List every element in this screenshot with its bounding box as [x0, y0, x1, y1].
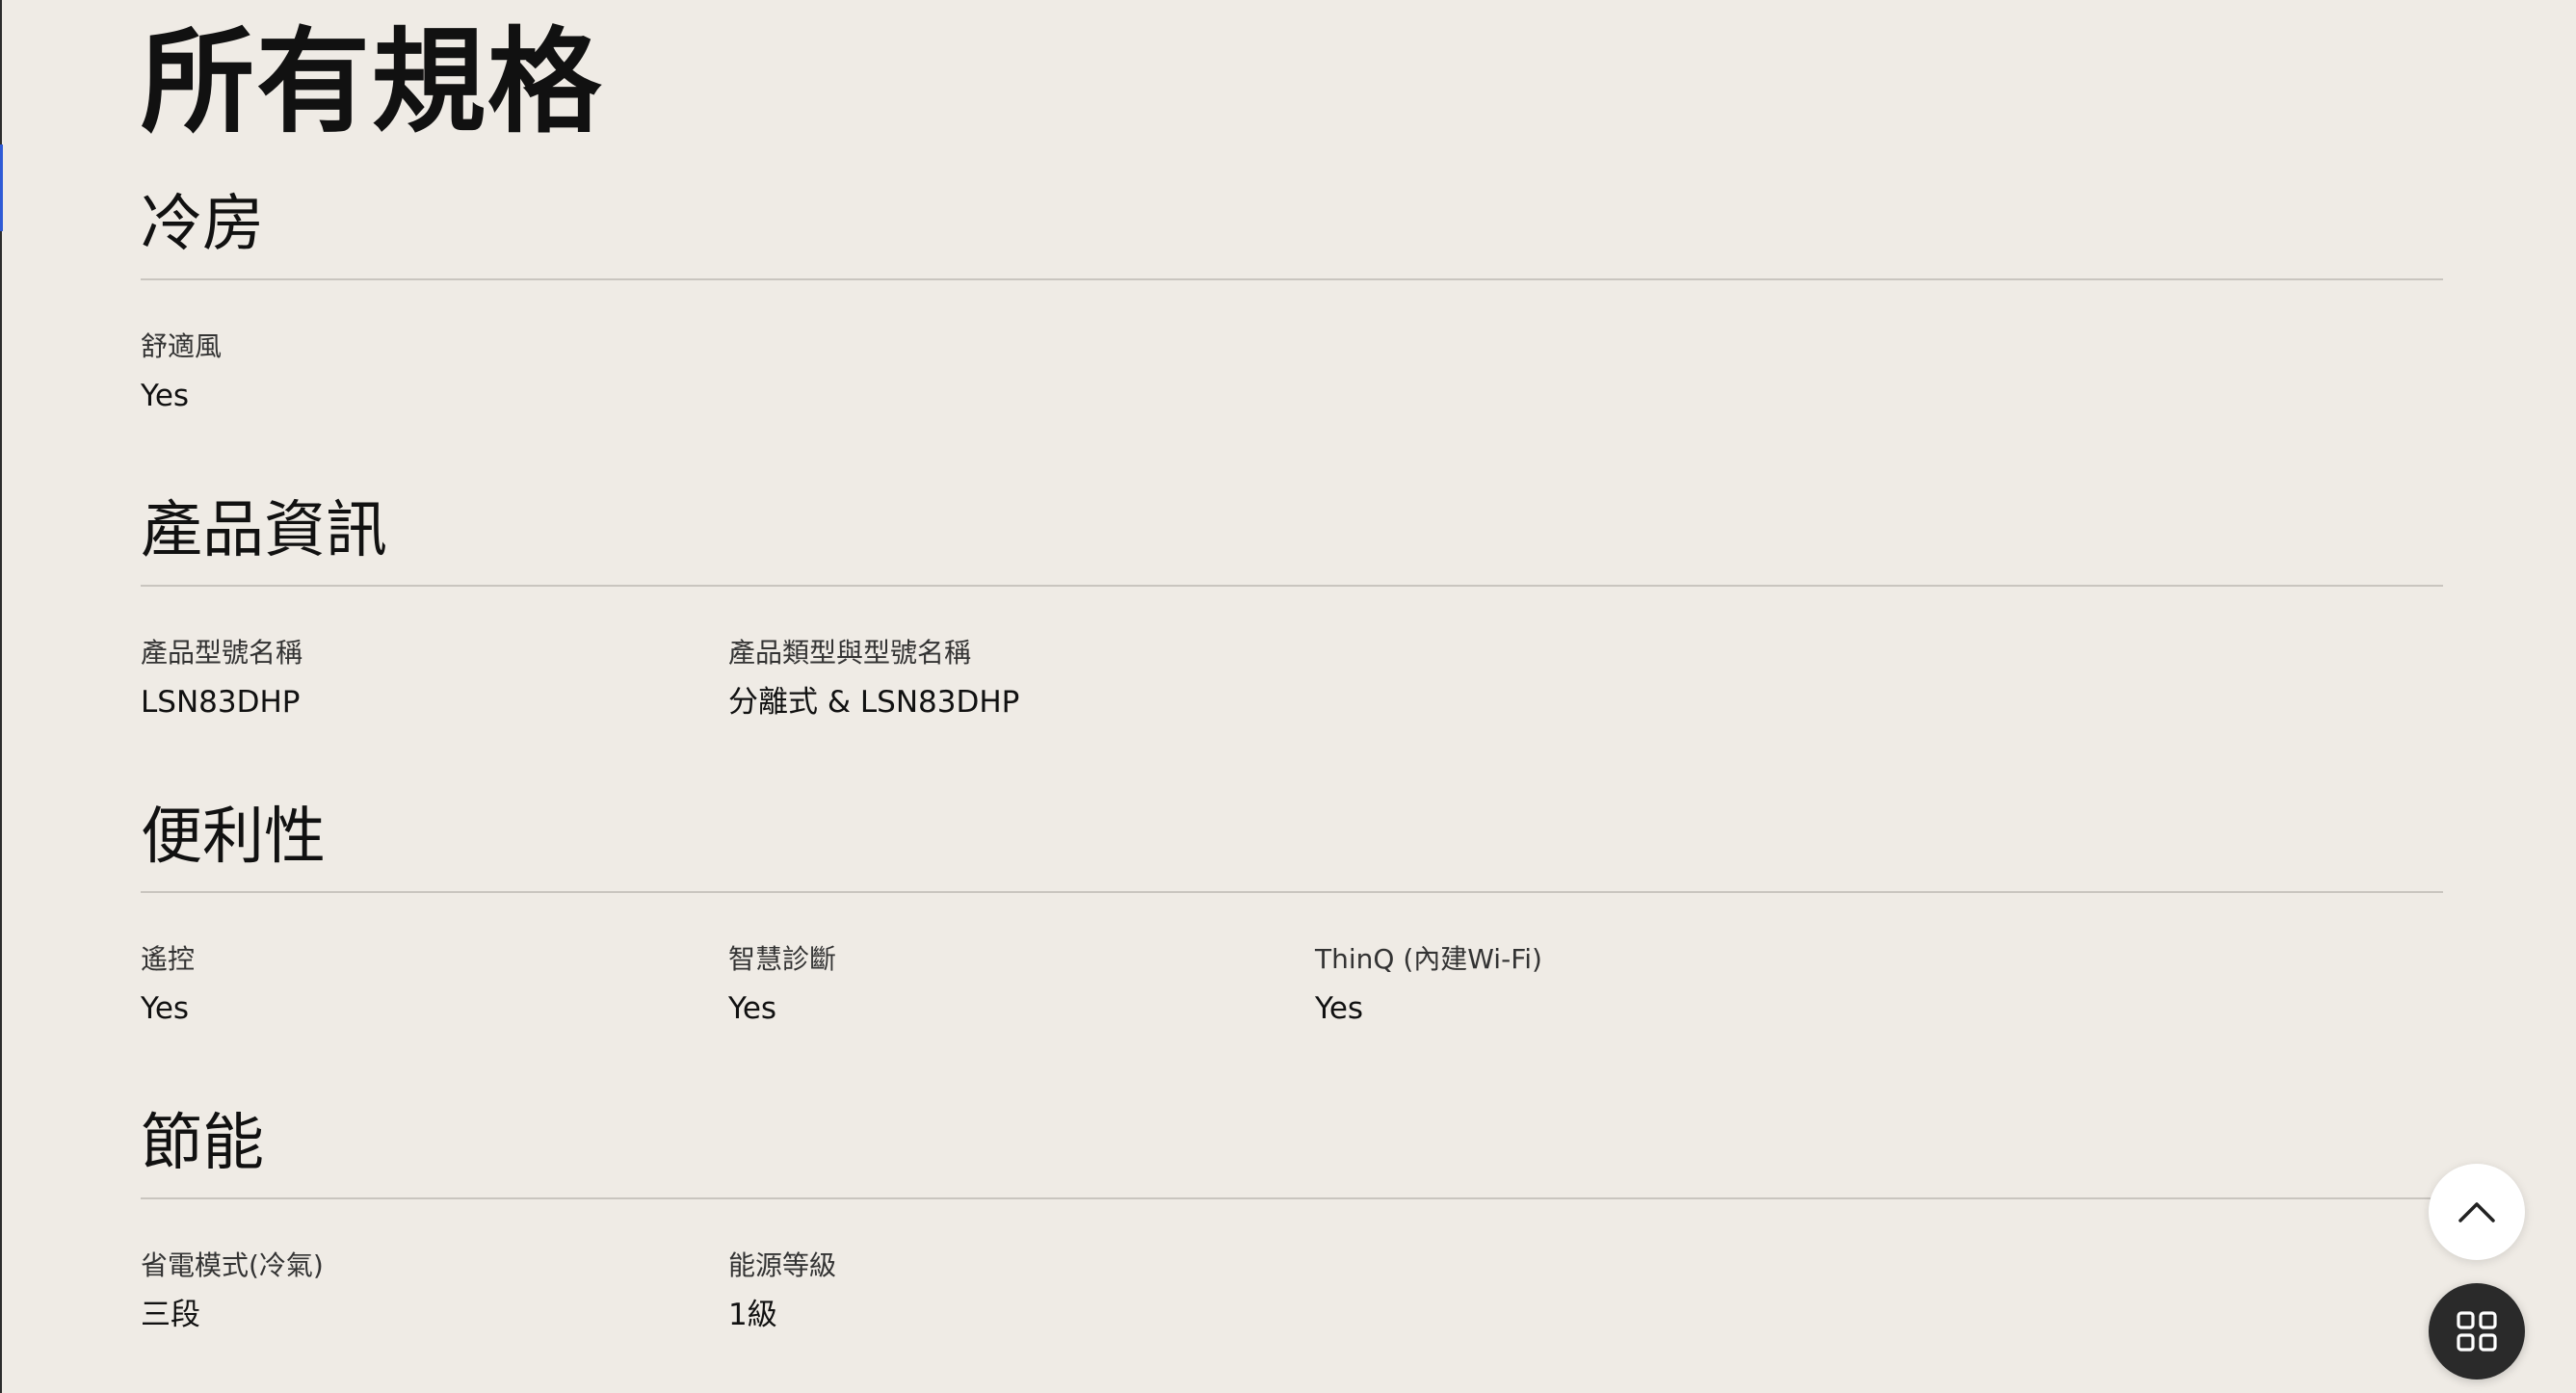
spec-list: 遙控 Yes 智慧診斷 Yes ThinQ (內建Wi-Fi) Yes: [141, 893, 2443, 1026]
section-title: 產品資訊: [141, 495, 387, 566]
window-left-accent: [0, 145, 3, 231]
spec-label: ThinQ (內建Wi-Fi): [1315, 943, 1542, 975]
scroll-to-top-button[interactable]: [2429, 1164, 2525, 1260]
spec-value: Yes: [1315, 991, 1364, 1026]
section-title: 便利性: [141, 802, 326, 873]
spec-list: 省電模式(冷氣) 三段 能源等級 1級: [141, 1199, 2443, 1332]
spec-label: 智慧診斷: [728, 943, 837, 975]
section-title: 冷房: [141, 189, 264, 260]
section-convenience: 便利性 遙控 Yes 智慧診斷 Yes ThinQ (內建Wi-Fi) Yes: [141, 796, 2443, 1026]
spec-label: 能源等級: [728, 1249, 837, 1281]
spec-value: Yes: [728, 991, 777, 1026]
spec-label: 省電模式(冷氣): [141, 1249, 324, 1281]
spec-value: 分離式 & LSN83DHP: [728, 685, 1020, 720]
section-energy-saving: 節能 省電模式(冷氣) 三段 能源等級 1級: [141, 1102, 2443, 1332]
page-title: 所有規格: [141, 15, 604, 148]
spec-label: 遙控: [141, 943, 196, 975]
chevron-up-icon: [2458, 1202, 2495, 1222]
spec-label: 舒適風: [141, 330, 223, 362]
spec-value: Yes: [141, 379, 190, 413]
section-title: 節能: [141, 1108, 264, 1179]
spec-value: 三段: [141, 1298, 200, 1332]
spec-value: Yes: [141, 991, 190, 1026]
section-cooling: 冷房 舒適風 Yes: [141, 183, 2443, 413]
section-product-info: 產品資訊 產品型號名稱 LSN83DHP 產品類型與型號名稱 分離式 & LSN…: [141, 489, 2443, 720]
spec-label: 產品類型與型號名稱: [728, 637, 972, 669]
spec-list: 產品型號名稱 LSN83DHP 產品類型與型號名稱 分離式 & LSN83DHP: [141, 587, 2443, 720]
spec-list: 舒適風 Yes: [141, 280, 2443, 413]
quick-menu-button[interactable]: [2429, 1283, 2525, 1380]
spec-label: 產品型號名稱: [141, 637, 303, 669]
grid-icon: [2457, 1311, 2497, 1352]
spec-value: LSN83DHP: [141, 685, 301, 720]
spec-value: 1級: [728, 1298, 777, 1332]
